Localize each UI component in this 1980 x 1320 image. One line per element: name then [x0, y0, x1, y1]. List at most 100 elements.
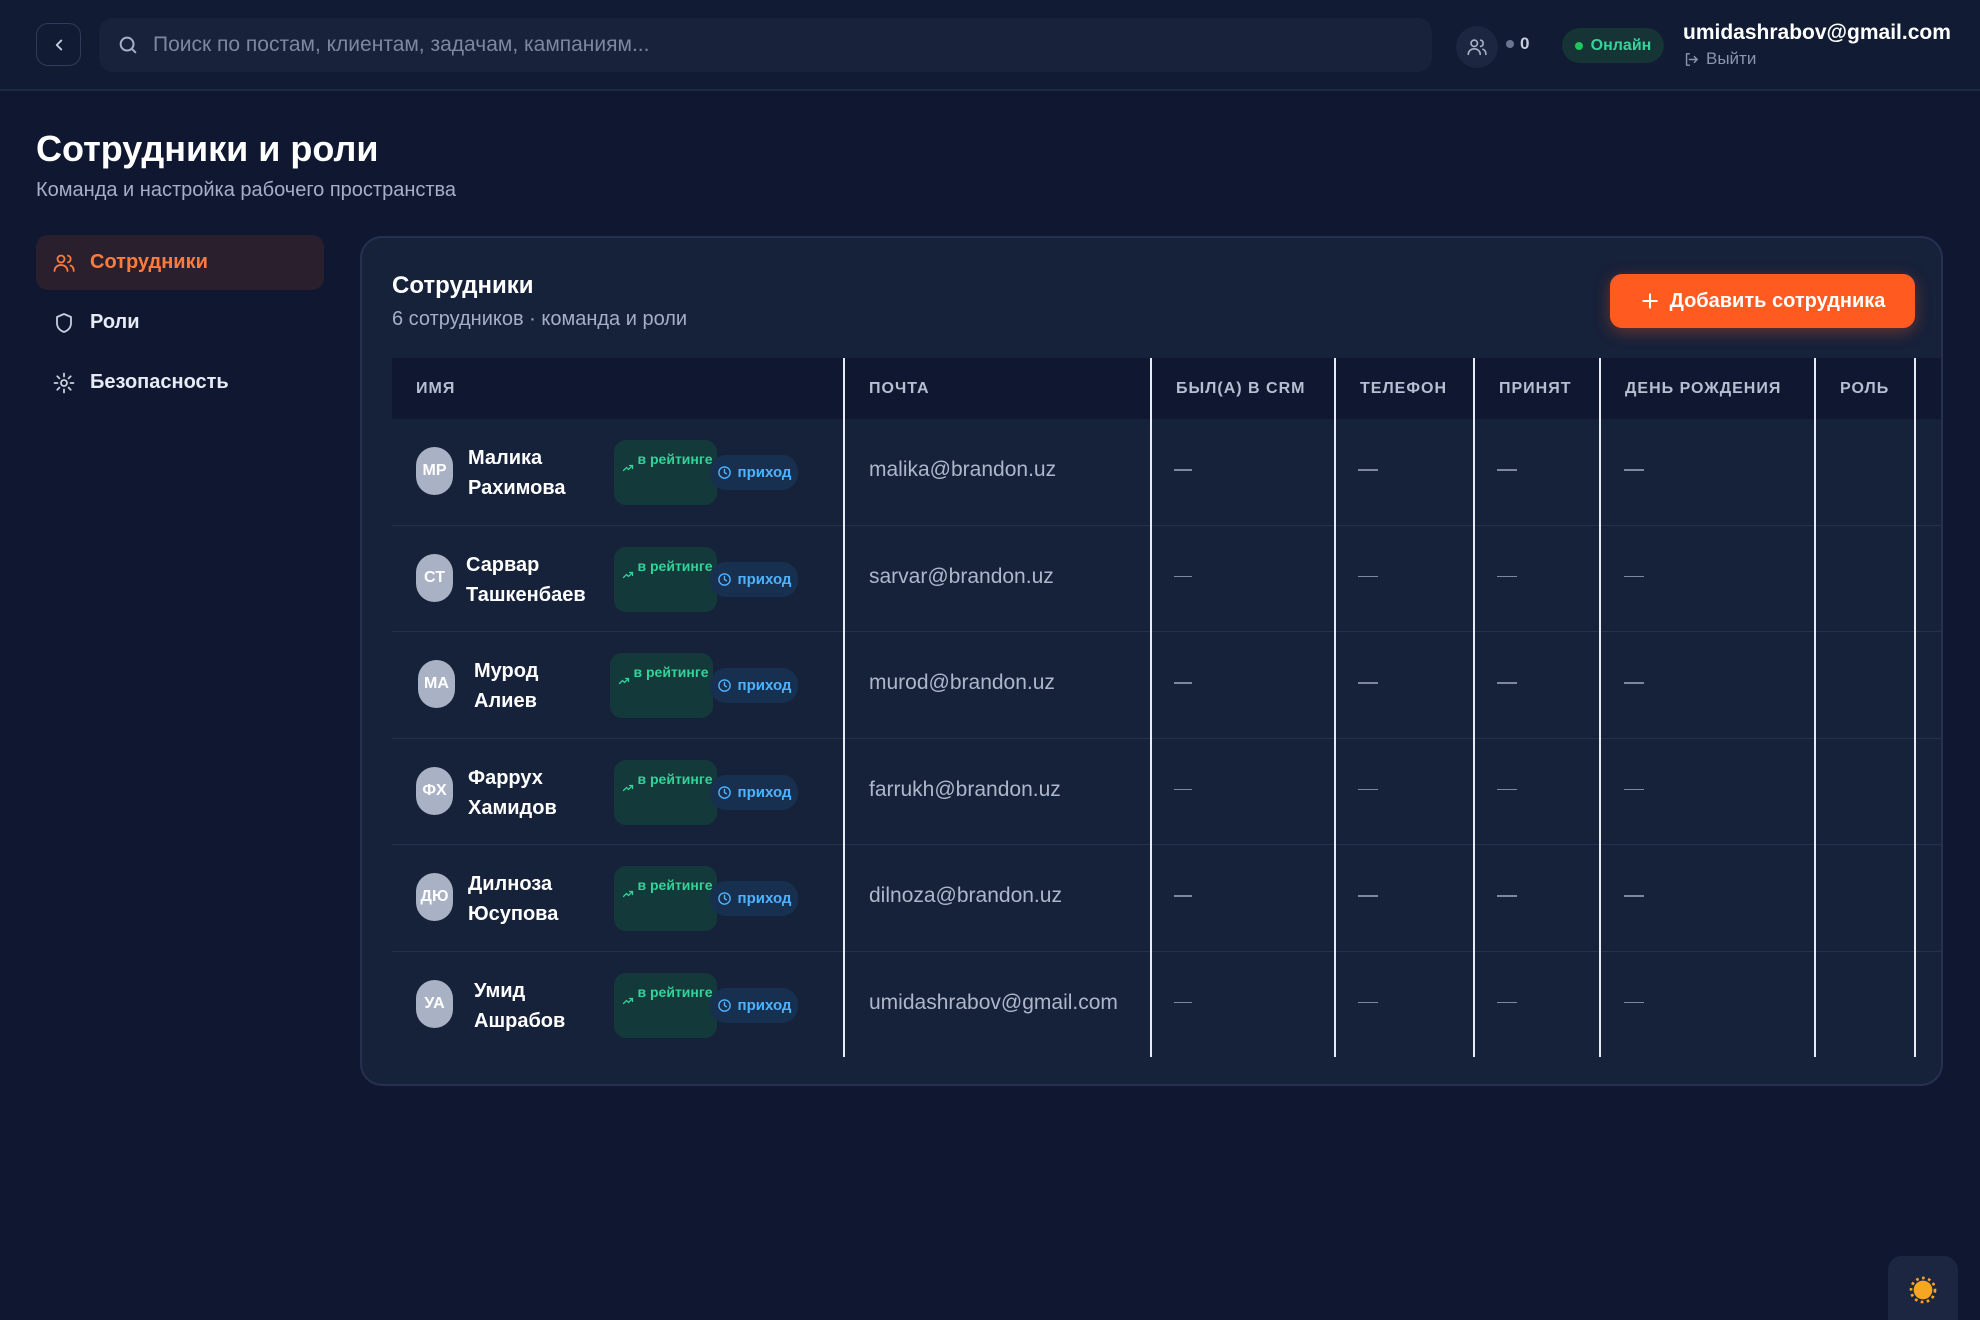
- employee-email: farrukh@brandon.uz: [869, 777, 1061, 801]
- table-row[interactable]: УА Умид Ашрабов в рейтинге приход umidas…: [392, 952, 1941, 1059]
- empty-hired: [1497, 788, 1517, 790]
- rating-badge: в рейтинге: [614, 972, 717, 1038]
- logout-icon: [1685, 52, 1698, 66]
- sidebar: Сотрудники Роли Безопасность: [36, 235, 324, 415]
- table-body: МР Малика Рахимова в рейтинге приход mal…: [392, 419, 1941, 1059]
- table-row[interactable]: ФХ Фаррух Хамидов в рейтинге приход farr…: [392, 739, 1941, 845]
- theme-toggle-button[interactable]: [1888, 1256, 1958, 1320]
- arrival-label: приход: [737, 996, 792, 1014]
- plus-icon: [1641, 293, 1658, 309]
- rating-badge: в рейтинге: [614, 866, 717, 931]
- sidebar-item-label: Сотрудники: [90, 251, 208, 273]
- avatar: МР: [416, 447, 453, 495]
- employee-email: dilnoza@brandon.uz: [869, 884, 1062, 907]
- arrival-badge: приход: [710, 987, 798, 1023]
- empty-hired: [1497, 1001, 1517, 1003]
- column-header-phone[interactable]: ТЕЛЕФОН: [1336, 358, 1447, 419]
- gear-icon: [53, 372, 75, 393]
- sidebar-item-label: Роли: [90, 311, 140, 333]
- card-subtitle: 6 сотрудников · команда и роли: [392, 308, 688, 330]
- employee-name[interactable]: Сарвар Ташкенбаев: [466, 550, 586, 610]
- table-row[interactable]: МА Мурод Алиев в рейтинге приход murod@b…: [392, 632, 1941, 739]
- column-header-hired[interactable]: ПРИНЯТ: [1475, 358, 1572, 419]
- rating-badge: в рейтинге: [610, 653, 713, 718]
- trending-up-icon: [618, 677, 630, 685]
- employee-last-name: Алиев: [474, 690, 537, 712]
- sidebar-item-roles[interactable]: Роли: [36, 295, 324, 350]
- empty-phone: [1358, 682, 1378, 684]
- rating-badge: в рейтинге: [614, 546, 717, 612]
- rating-badge: в рейтинге: [614, 440, 717, 505]
- add-employee-label: Добавить сотрудника: [1669, 289, 1886, 312]
- search-bar[interactable]: [99, 18, 1432, 72]
- empty-phone: [1358, 788, 1378, 790]
- empty-birthday: [1624, 469, 1644, 471]
- employee-first-name: Фаррух: [468, 766, 543, 789]
- employee-first-name: Дилноза: [468, 873, 553, 895]
- arrival-badge: приход: [710, 455, 798, 490]
- add-employee-button[interactable]: Добавить сотрудника: [1610, 274, 1915, 328]
- table-header: ИМЯ ПОЧТА БЫЛ(А) В CRM ТЕЛЕФОН ПРИНЯТ ДЕ…: [392, 358, 1941, 419]
- clock-icon: [717, 572, 731, 586]
- avatar: УА: [416, 979, 453, 1028]
- avatar: МА: [418, 660, 455, 708]
- shield-icon: [56, 312, 72, 333]
- employee-name[interactable]: Дилноза Юсупова: [468, 869, 588, 929]
- sidebar-item-employees[interactable]: Сотрудники: [36, 235, 324, 290]
- employee-name[interactable]: Мурод Алиев: [474, 656, 594, 716]
- arrival-label: приход: [737, 464, 792, 481]
- arrival-label: приход: [737, 890, 792, 907]
- rating-badge: в рейтинге: [614, 759, 717, 825]
- column-header-role[interactable]: РОЛЬ: [1816, 358, 1889, 419]
- employee-last-name: Ташкенбаев: [466, 583, 586, 606]
- empty-crm: [1174, 575, 1192, 577]
- column-divider: [843, 358, 845, 1057]
- logout-link[interactable]: Выйти: [1683, 49, 1756, 69]
- trending-up-icon: [622, 890, 634, 898]
- empty-crm: [1174, 895, 1192, 897]
- employee-name[interactable]: Малика Рахимова: [468, 443, 588, 503]
- column-header-birthday[interactable]: ДЕНЬ РОЖДЕНИЯ: [1601, 358, 1781, 419]
- empty-hired: [1497, 575, 1517, 577]
- employee-name[interactable]: Фаррух Хамидов: [468, 763, 588, 823]
- employee-first-name: Мурод: [474, 660, 539, 682]
- avatar: ФХ: [416, 766, 453, 815]
- arrival-badge: приход: [710, 774, 798, 810]
- column-header-crm[interactable]: БЫЛ(А) В CRM: [1152, 358, 1305, 419]
- clock-icon: [717, 998, 731, 1012]
- online-users-button[interactable]: [1456, 26, 1498, 68]
- back-button[interactable]: [36, 23, 81, 66]
- sidebar-item-label: Безопасность: [90, 371, 229, 393]
- chevron-left-icon: [55, 39, 62, 50]
- employees-card: Сотрудники 6 сотрудников · команда и рол…: [360, 236, 1943, 1086]
- search-input[interactable]: [153, 33, 1353, 57]
- column-divider: [1334, 358, 1336, 1057]
- users-count-value: 0: [1520, 34, 1530, 53]
- column-header-name[interactable]: ИМЯ: [392, 358, 455, 419]
- clock-icon: [717, 466, 731, 479]
- empty-crm: [1174, 682, 1192, 684]
- trending-up-icon: [622, 464, 634, 472]
- empty-hired: [1497, 895, 1517, 897]
- arrival-label: приход: [737, 570, 792, 588]
- sidebar-item-security[interactable]: Безопасность: [36, 355, 324, 410]
- top-bar: 0 Онлайн umidashrabov@gmail.com Выйти: [0, 0, 1980, 91]
- empty-crm: [1174, 469, 1192, 471]
- employee-email: murod@brandon.uz: [869, 671, 1055, 694]
- empty-birthday: [1624, 788, 1644, 790]
- empty-birthday: [1624, 895, 1644, 897]
- clock-icon: [717, 679, 731, 692]
- empty-phone: [1358, 895, 1378, 897]
- logout-label: Выйти: [1706, 49, 1757, 68]
- table-row[interactable]: ДЮ Дилноза Юсупова в рейтинге приход dil…: [392, 845, 1941, 952]
- employee-name[interactable]: Умид Ашрабов: [474, 976, 594, 1036]
- rating-label: в рейтинге: [637, 983, 713, 1000]
- employee-last-name: Ашрабов: [474, 1009, 566, 1032]
- table-row[interactable]: СТ Сарвар Ташкенбаев в рейтинге приход s…: [392, 526, 1941, 632]
- empty-crm: [1174, 788, 1192, 790]
- page-title: Сотрудники и роли: [36, 128, 379, 169]
- empty-phone: [1358, 469, 1378, 471]
- table-row[interactable]: МР Малика Рахимова в рейтинге приход mal…: [392, 419, 1941, 526]
- column-header-email[interactable]: ПОЧТА: [845, 358, 930, 419]
- users-icon: [1467, 39, 1487, 56]
